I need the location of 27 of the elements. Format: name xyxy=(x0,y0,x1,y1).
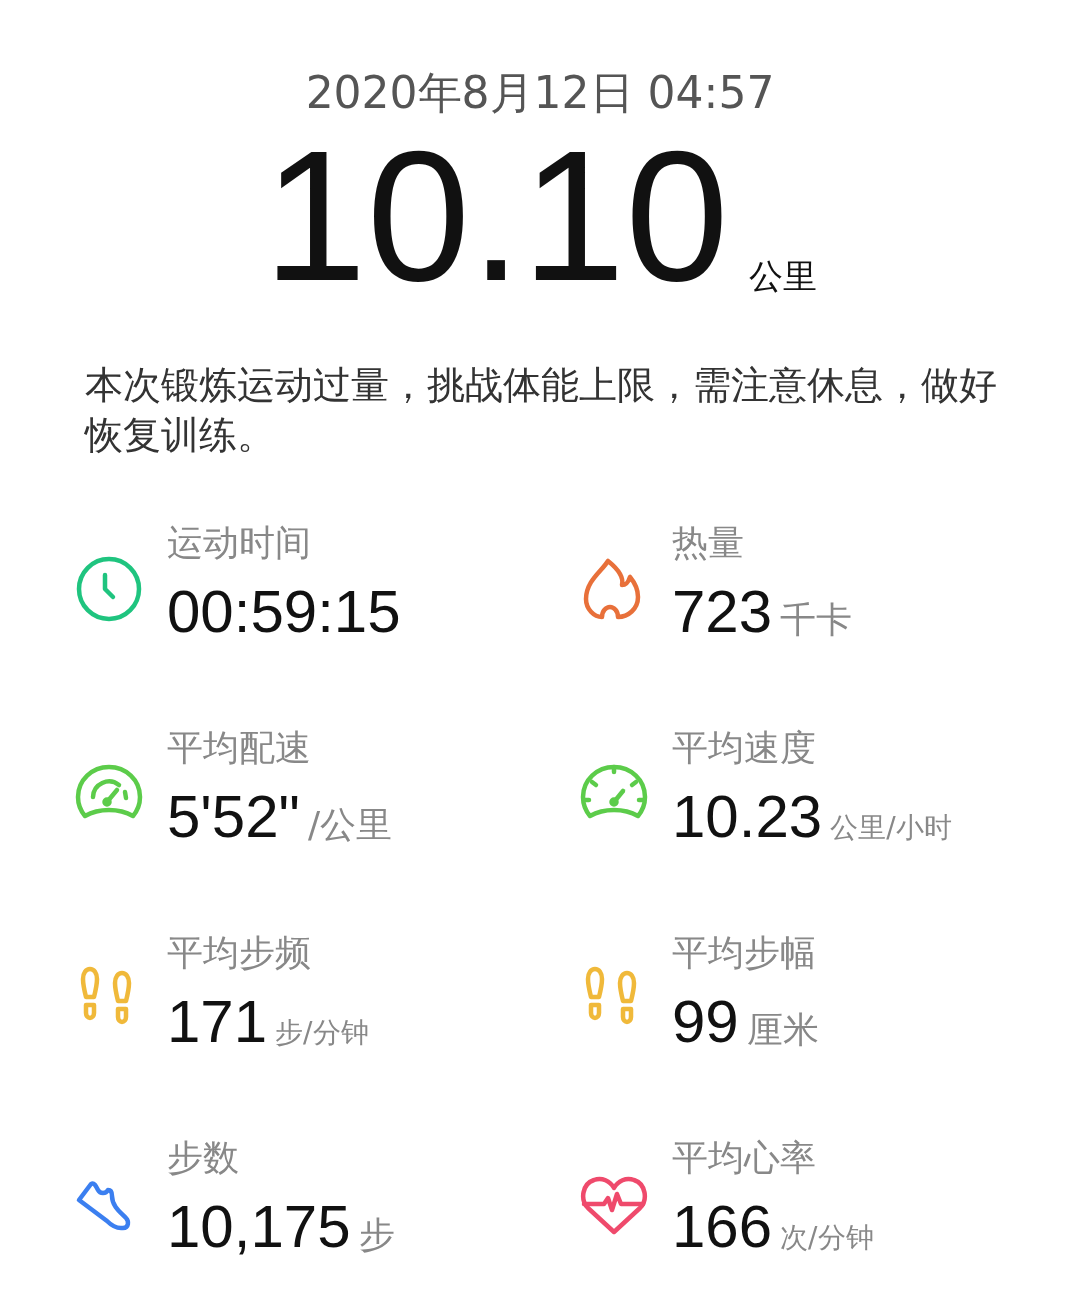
stat-label: 平均步幅 xyxy=(672,930,817,975)
stat-label: 热量 xyxy=(672,520,745,565)
stat-unit: 公里/小时 xyxy=(830,809,952,846)
stat-value: 99 xyxy=(672,986,739,1057)
stat-value: 171 xyxy=(167,986,268,1057)
stat-label: 平均步频 xyxy=(167,930,312,975)
stat-label: 步数 xyxy=(167,1135,240,1180)
stat-value: 00:59:15 xyxy=(167,576,401,647)
stat-unit: /公里 xyxy=(307,802,392,847)
stat-value: 723 xyxy=(672,576,773,647)
stat-unit: 千卡 xyxy=(780,597,853,642)
stat-unit: 次/分钟 xyxy=(780,1219,874,1256)
stat-value: 10,175 xyxy=(167,1191,351,1262)
stat-value: 5'52" xyxy=(167,781,300,852)
stat-label: 运动时间 xyxy=(167,520,312,565)
stat-label: 平均配速 xyxy=(167,725,312,770)
advice-text: 本次锻炼运动过量，挑战体能上限，需注意休息，做好恢复训练。 xyxy=(85,362,998,459)
stat-unit: 厘米 xyxy=(746,1007,819,1052)
stat-value: 166 xyxy=(672,1191,773,1262)
stat-value: 10.23 xyxy=(672,781,823,852)
distance-unit: 公里 xyxy=(748,256,817,296)
stat-unit: 步 xyxy=(358,1212,395,1257)
stat-unit: 步/分钟 xyxy=(275,1014,369,1051)
stat-label: 平均速度 xyxy=(672,725,817,770)
workout-date: 2020年8月12日 04:57 xyxy=(305,66,775,120)
stat-label: 平均心率 xyxy=(672,1135,817,1180)
distance-value: 10.10 xyxy=(263,136,729,296)
